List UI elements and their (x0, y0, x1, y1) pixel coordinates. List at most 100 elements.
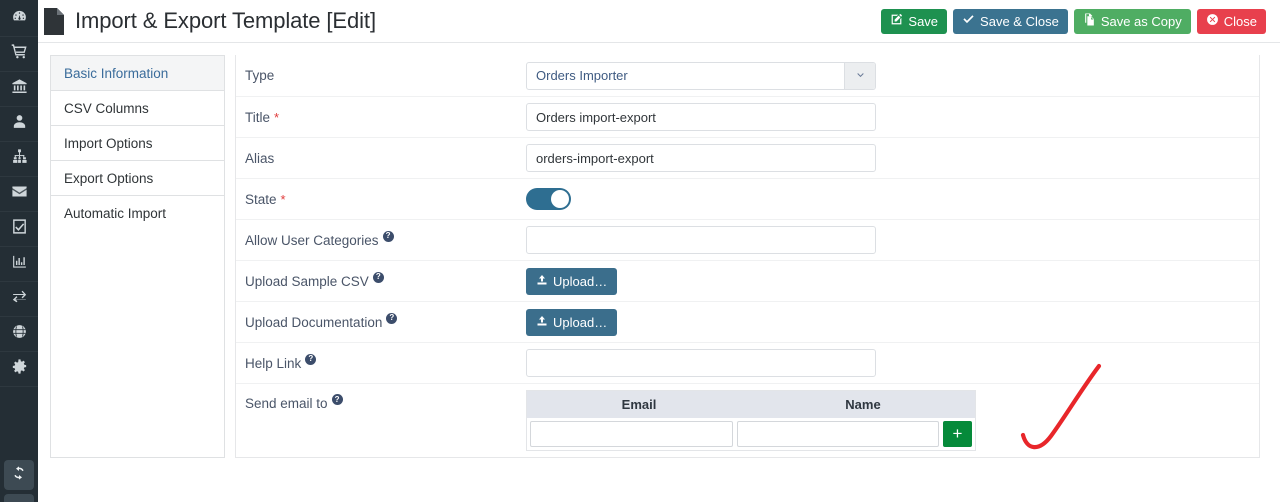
form-row-send-email-to: Send email to ? Email Name + (236, 383, 1259, 457)
app-window: Import & Export Template [Edit] Save Sav… (0, 0, 1280, 502)
allow-user-categories-label-wrap: Allow User Categories ? (236, 230, 526, 248)
form-row-alias: Alias (236, 137, 1259, 178)
toolbar: Save Save & Close Save as Copy Close (881, 8, 1266, 34)
upload-documentation-button-label: Upload… (553, 314, 608, 330)
form-row-title: Title * (236, 96, 1259, 137)
upload-sample-csv-label: Upload Sample CSV (245, 273, 369, 289)
form-row-upload-sample-csv: Upload Sample CSV ? Upload… (236, 260, 1259, 301)
help-icon[interactable]: ? (372, 271, 384, 283)
alias-field (526, 144, 1259, 172)
rail-item-bank[interactable] (0, 72, 38, 107)
save-and-close-button-label: Save & Close (980, 13, 1059, 29)
rail-item-settings[interactable] (0, 352, 38, 387)
form-row-upload-documentation: Upload Documentation ? Upload… (236, 301, 1259, 342)
state-label-wrap: State * (236, 192, 526, 207)
alias-input[interactable] (526, 144, 876, 172)
alias-label: Alias (245, 150, 275, 166)
upload-sample-csv-button-label: Upload… (553, 273, 608, 289)
upload-documentation-label: Upload Documentation (245, 314, 383, 330)
edit-square-icon (890, 13, 903, 29)
document-icon (42, 7, 66, 35)
tab-csv-columns[interactable]: CSV Columns (51, 90, 224, 125)
help-link-input[interactable] (526, 349, 876, 377)
rail-item-globe[interactable] (0, 317, 38, 352)
alias-label-wrap: Alias (236, 151, 526, 166)
rail-item-sitemap[interactable] (0, 142, 38, 177)
save-as-copy-button[interactable]: Save as Copy (1073, 8, 1191, 34)
email-column-header: Email (621, 397, 657, 412)
allow-user-categories-label: Allow User Categories (245, 232, 379, 248)
form-panel: Type Orders Importer Title * Orders impo… (235, 55, 1260, 458)
rail-item-shop[interactable] (0, 37, 38, 72)
title-field (526, 103, 1259, 131)
page-body: Basic Information CSV Columns Import Opt… (38, 43, 1280, 458)
form-row-type: Type Orders Importer (236, 55, 1259, 96)
tab-automatic-import[interactable]: Automatic Import (51, 195, 224, 230)
help-link-field (526, 349, 1259, 377)
rail-item-users[interactable] (0, 107, 38, 142)
refresh-sync-icon (11, 465, 27, 486)
bar-chart-icon (11, 253, 28, 275)
rail-item-mail[interactable] (0, 177, 38, 212)
form-row-help-link: Help Link ? (236, 342, 1259, 383)
rail-item-import-export[interactable] (0, 282, 38, 317)
tab-automatic-import-label: Automatic Import (64, 205, 167, 221)
rail-item-refresh[interactable] (4, 460, 34, 490)
save-button-label: Save (908, 13, 939, 29)
title-required-marker: * (274, 109, 280, 125)
help-link-label-wrap: Help Link ? (236, 353, 526, 371)
allow-user-categories-field (526, 226, 1259, 254)
state-toggle[interactable] (526, 188, 571, 210)
type-select[interactable]: Orders Importer (526, 61, 876, 90)
form-row-state: State * (236, 178, 1259, 219)
email-recipients-table: Email Name + (526, 390, 976, 451)
bank-icon (11, 78, 28, 100)
exchange-arrows-icon (11, 288, 28, 310)
title-label: Title (245, 109, 271, 125)
upload-sample-csv-button[interactable]: Upload… (526, 267, 618, 295)
save-and-close-button[interactable]: Save & Close (953, 8, 1068, 34)
gear-icon (11, 358, 28, 380)
shopping-cart-icon (11, 43, 28, 65)
save-as-copy-button-label: Save as Copy (1100, 13, 1182, 29)
help-icon[interactable]: ? (331, 394, 343, 405)
chevron-down-icon[interactable] (844, 62, 875, 89)
help-icon[interactable]: ? (386, 312, 398, 324)
type-field: Orders Importer (526, 61, 1259, 90)
send-email-to-label-wrap: Send email to ? (236, 390, 526, 411)
check-icon (962, 13, 975, 29)
rail-stub (4, 494, 34, 502)
main-area: Import & Export Template [Edit] Save Sav… (38, 0, 1280, 502)
tab-export-options[interactable]: Export Options (51, 160, 224, 195)
upload-documentation-button[interactable]: Upload… (526, 308, 618, 336)
help-icon[interactable]: ? (382, 230, 394, 242)
save-button[interactable]: Save (881, 8, 948, 34)
email-table-header: Email Name (527, 391, 975, 418)
email-input[interactable] (530, 421, 733, 447)
upload-documentation-field: Upload… (526, 308, 1259, 336)
plus-icon: + (952, 424, 963, 443)
checkbox-checked-icon (11, 218, 28, 240)
icon-rail (0, 0, 38, 502)
rail-item-reports[interactable] (0, 247, 38, 282)
circle-x-icon (1206, 13, 1219, 29)
close-button-label: Close (1223, 13, 1257, 29)
send-email-to-field: Email Name + (526, 390, 1259, 451)
title-input[interactable] (526, 103, 876, 131)
tab-import-options-label: Import Options (64, 135, 153, 151)
close-button[interactable]: Close (1196, 8, 1266, 34)
tab-basic-information[interactable]: Basic Information (51, 55, 224, 90)
help-icon[interactable]: ? (305, 353, 317, 365)
type-label: Type (245, 68, 275, 83)
name-input[interactable] (736, 421, 939, 447)
rail-item-tasks[interactable] (0, 212, 38, 247)
rail-item-dashboard[interactable] (0, 2, 38, 37)
name-column-header: Name (845, 397, 881, 412)
type-label-wrap: Type (236, 68, 526, 83)
tab-csv-columns-label: CSV Columns (64, 100, 149, 116)
tab-list: Basic Information CSV Columns Import Opt… (50, 55, 225, 458)
allow-user-categories-input[interactable] (526, 226, 876, 254)
add-recipient-button[interactable]: + (943, 421, 972, 447)
tab-import-options[interactable]: Import Options (51, 125, 224, 160)
table-row: + (527, 418, 975, 450)
